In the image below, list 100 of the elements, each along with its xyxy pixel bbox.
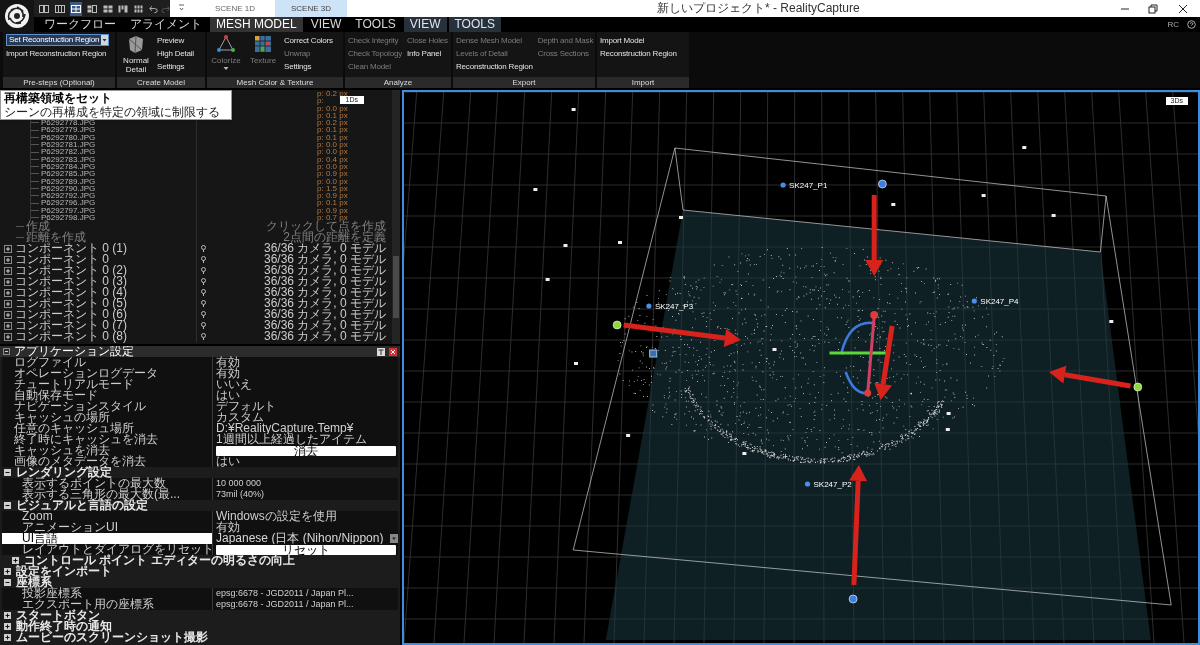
setting-name[interactable]: エクスポート用の座標系: [2, 599, 212, 610]
ribbon-button[interactable]: High Detail: [157, 47, 194, 60]
handle[interactable]: [612, 320, 622, 330]
ribbon-button[interactable]: Settings: [157, 60, 194, 73]
section-header[interactable]: スタートボタン: [16, 610, 100, 621]
handle[interactable]: [848, 594, 858, 604]
expand-icon[interactable]: [4, 332, 12, 341]
handle[interactable]: [878, 179, 887, 189]
expand-icon[interactable]: [4, 612, 11, 619]
expand-icon[interactable]: [4, 310, 12, 319]
setting-name[interactable]: 画像のメタデータを消去: [2, 456, 212, 467]
control-point[interactable]: [780, 182, 786, 188]
setting-button[interactable]: リセット: [216, 544, 396, 555]
setting-button[interactable]: 消去: [216, 445, 396, 456]
expand-icon[interactable]: [4, 634, 11, 641]
expand-icon[interactable]: [4, 255, 12, 264]
setting-name[interactable]: UI言語: [2, 533, 212, 544]
section-header[interactable]: コントロール ポイント エディターの明るさの向上: [24, 555, 295, 566]
expand-icon[interactable]: [4, 321, 12, 330]
section-header[interactable]: レンダリング設定: [16, 467, 112, 478]
setting-name[interactable]: チュートリアルモード: [2, 379, 212, 390]
menu-tab[interactable]: TOOLS: [448, 17, 501, 32]
caret-icon: [101, 35, 109, 45]
menu-tab[interactable]: VIEW: [304, 17, 348, 32]
section-header[interactable]: ビジュアルと言語の設定: [16, 500, 148, 511]
component-item[interactable]: コンポーネント 0 (4): [15, 287, 127, 299]
setting-name[interactable]: キャッシュを消去: [2, 445, 212, 456]
setting-name[interactable]: 終了時にキャッシュを消去: [2, 434, 212, 445]
tool-item[interactable]: 距離を作成: [26, 232, 86, 244]
setting-name[interactable]: ナビゲーションスタイル: [2, 401, 212, 412]
ribbon-button[interactable]: Info Panel: [407, 47, 448, 60]
expand-icon[interactable]: [4, 288, 12, 297]
component-item[interactable]: コンポーネント 0 (1): [15, 243, 127, 255]
setting-name[interactable]: Zoom: [2, 511, 212, 522]
scene-tab[interactable]: SCENE 3D: [275, 0, 347, 17]
expand-icon[interactable]: [4, 623, 11, 630]
expand-icon[interactable]: [4, 266, 12, 275]
ribbon-button[interactable]: Settings: [284, 60, 333, 73]
ribbon-button[interactable]: Import Model: [600, 34, 677, 47]
ribbon-button[interactable]: Correct Colors: [284, 34, 333, 47]
dropdown-icon[interactable]: [178, 4, 185, 13]
close-icon[interactable]: [389, 347, 397, 356]
expand-icon[interactable]: [12, 557, 19, 564]
collapse-icon[interactable]: [4, 469, 11, 476]
setting-name[interactable]: 表示するポイントの最大数: [2, 478, 212, 489]
dropdown[interactable]: Set Reconstruction Region: [6, 34, 110, 46]
ribbon-button[interactable]: Reconstruction Region: [456, 60, 533, 73]
residual-value: p: 0.1 px: [317, 126, 348, 134]
menu-tab[interactable]: アライメント: [124, 17, 208, 32]
window-title: 新しいプロジェクト* - RealityCapture: [657, 1, 860, 16]
section-header[interactable]: 動作終了時の通知: [16, 621, 112, 632]
expand-icon[interactable]: [4, 244, 12, 253]
setting-name[interactable]: オペレーションログデータ: [2, 368, 212, 379]
camera-marker: [571, 108, 576, 111]
ribbon-button[interactable]: Preview: [157, 34, 194, 47]
collapse-icon[interactable]: [4, 579, 11, 586]
menu-tab[interactable]: TOOLS: [349, 17, 402, 32]
expand-icon[interactable]: [4, 299, 12, 308]
ribbon-button[interactable]: Reconstruction Region: [600, 47, 677, 60]
setting-name[interactable]: 自動保存モード: [2, 390, 212, 401]
menu-tab[interactable]: MESH MODEL: [210, 17, 303, 32]
collapse-icon[interactable]: [3, 348, 10, 355]
component-item[interactable]: コンポーネント 0 (6): [15, 309, 127, 321]
pin-icon[interactable]: [377, 347, 385, 356]
ribbon-button[interactable]: Normal Detail: [120, 34, 152, 74]
collapse-icon[interactable]: [4, 502, 11, 509]
section-header[interactable]: 座標系: [16, 577, 52, 588]
control-point[interactable]: [804, 481, 811, 487]
setting-name[interactable]: 投影座標系: [2, 588, 212, 599]
setting-name[interactable]: アニメーションUI: [2, 522, 212, 533]
expand-icon[interactable]: [4, 277, 12, 286]
section-header[interactable]: ムービーのスクリーンショット撮影: [16, 632, 208, 643]
component-item[interactable]: コンポーネント 0 (3): [15, 276, 127, 288]
component-item[interactable]: コンポーネント 0: [15, 254, 109, 266]
menu-tab[interactable]: ワークフロー: [38, 17, 122, 32]
component-item[interactable]: コンポーネント 0 (7): [15, 320, 127, 332]
component-item[interactable]: コンポーネント 0 (8): [15, 331, 127, 343]
ribbon-button[interactable]: Import Reconstruction Region: [6, 47, 110, 60]
setting-name[interactable]: 任意のキャッシュ場所: [2, 423, 212, 434]
menu-tab[interactable]: VIEW: [403, 17, 447, 32]
component-item[interactable]: コンポーネント 0 (2): [15, 265, 127, 277]
section-header[interactable]: 設定をインポート: [16, 566, 112, 577]
handle[interactable]: [1133, 382, 1143, 392]
component-item[interactable]: コンポーネント 0 (5): [15, 298, 127, 310]
undo-icon[interactable]: [148, 3, 158, 14]
tool-item[interactable]: 作成: [26, 221, 50, 233]
setting-name[interactable]: 表示する三角形の最大数(最...: [2, 489, 212, 500]
help-icon[interactable]: [1187, 20, 1196, 29]
setting-name[interactable]: レイアウトとダイアログをリセット: [2, 544, 212, 555]
control-point[interactable]: [971, 298, 977, 304]
scene-tab[interactable]: SCENE 1D: [195, 0, 275, 17]
restore-icon[interactable]: [1148, 3, 1158, 14]
control-point[interactable]: [646, 303, 652, 309]
camera-marker: [1051, 214, 1056, 217]
setting-name[interactable]: キャッシュの場所: [2, 412, 212, 423]
scrollbar[interactable]: [392, 90, 400, 344]
expand-icon[interactable]: [4, 568, 11, 575]
close-icon[interactable]: [1178, 3, 1188, 14]
layout-button[interactable]: [69, 1, 83, 16]
setting-name[interactable]: ログファイル: [2, 357, 212, 368]
